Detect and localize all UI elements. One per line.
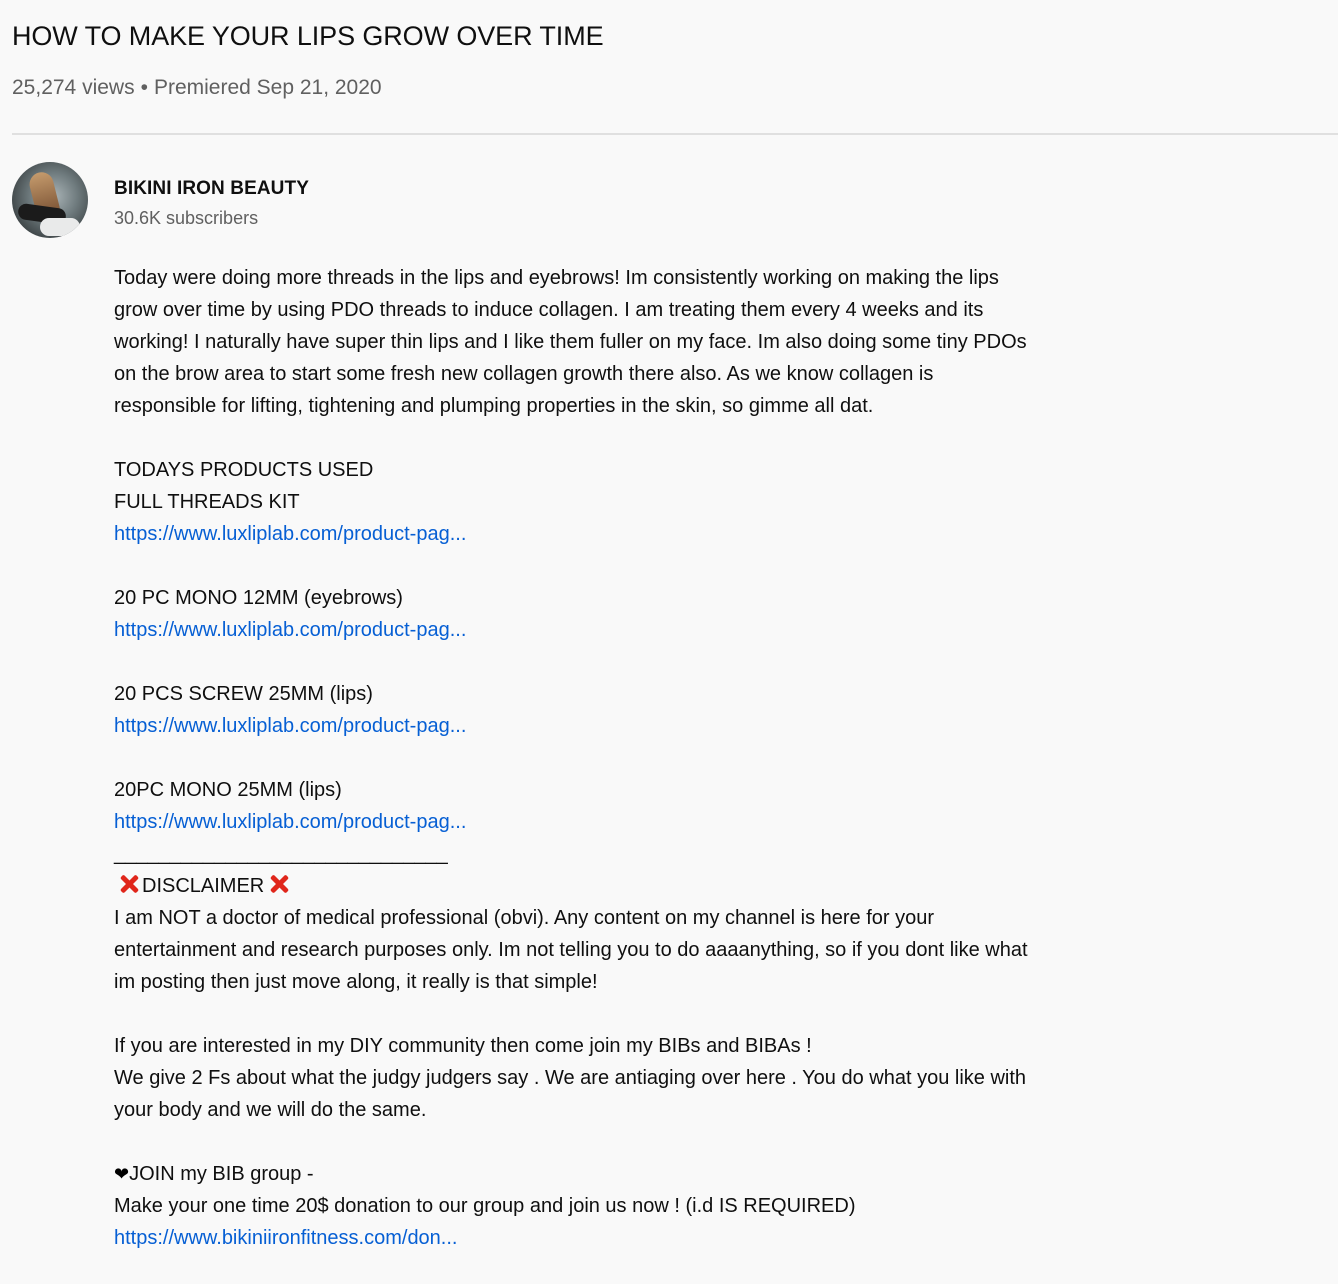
join-line: ❤JOIN my BIB group -: [114, 1158, 1114, 1190]
underscore-rule: ______________________________: [114, 843, 448, 865]
description-line: grow over time by using PDO threads to i…: [114, 299, 984, 321]
video-title: HOW TO MAKE YOUR LIPS GROW OVER TIME: [12, 21, 604, 51]
video-meta: 25,274 views • Premiered Sep 21, 2020: [12, 74, 382, 102]
premiere-date: Premiered Sep 21, 2020: [153, 76, 382, 99]
channel-name-link[interactable]: BIKINI IRON BEAUTY: [114, 176, 309, 202]
donation-link[interactable]: https://www.bikiniironfitness.com/don...: [114, 1227, 457, 1249]
red-x-icon: [268, 873, 290, 895]
channel-avatar[interactable]: [12, 162, 88, 238]
community-line: We give 2 Fs about what the judgy judger…: [114, 1067, 1027, 1089]
description-line: working! I naturally have super thin lip…: [114, 331, 1027, 353]
meta-separator: •: [140, 76, 148, 99]
video-description: Today were doing more threads in the lip…: [114, 262, 1114, 1254]
product-name: 20 PC MONO 12MM (eyebrows): [114, 587, 403, 609]
disclaimer-title: DISCLAIMER: [142, 875, 265, 897]
product-link[interactable]: https://www.luxliplab.com/product-pag...: [114, 811, 466, 833]
disclaimer-line: I am NOT a doctor of medical professiona…: [114, 907, 935, 929]
description-line: on the brow area to start some fresh new…: [114, 363, 934, 385]
product-link[interactable]: https://www.luxliplab.com/product-pag...: [114, 523, 466, 545]
community-line: If you are interested in my DIY communit…: [114, 1035, 812, 1057]
disclaimer-line: entertainment and research purposes only…: [114, 939, 1028, 961]
community-line: your body and we will do the same.: [114, 1099, 427, 1121]
product-name: 20PC MONO 25MM (lips): [114, 779, 342, 801]
description-line: Today were doing more threads in the lip…: [114, 267, 999, 289]
subscriber-count: 30.6K subscribers: [114, 208, 259, 228]
product-link[interactable]: https://www.luxliplab.com/product-pag...: [114, 715, 466, 737]
product-name: 20 PCS SCREW 25MM (lips): [114, 683, 373, 705]
red-x-icon: [118, 873, 140, 895]
description-line: responsible for lifting, tightening and …: [114, 395, 874, 417]
product-link[interactable]: https://www.luxliplab.com/product-pag...: [114, 619, 466, 641]
disclaimer-line: im posting then just move along, it real…: [114, 971, 598, 993]
view-count: 25,274 views: [12, 76, 135, 99]
avatar-photo-highlight: [40, 218, 80, 236]
video-details-page: HOW TO MAKE YOUR LIPS GROW OVER TIME 25,…: [0, 0, 1338, 1284]
heart-icon: ❤: [114, 1164, 130, 1184]
divider: [12, 133, 1338, 135]
products-heading: TODAYS PRODUCTS USED: [114, 459, 374, 481]
join-label: JOIN my BIB group -: [129, 1163, 314, 1185]
product-name: FULL THREADS KIT: [114, 491, 300, 513]
disclaimer-heading: DISCLAIMER: [114, 870, 1114, 902]
donation-text: Make your one time 20$ donation to our g…: [114, 1195, 856, 1217]
